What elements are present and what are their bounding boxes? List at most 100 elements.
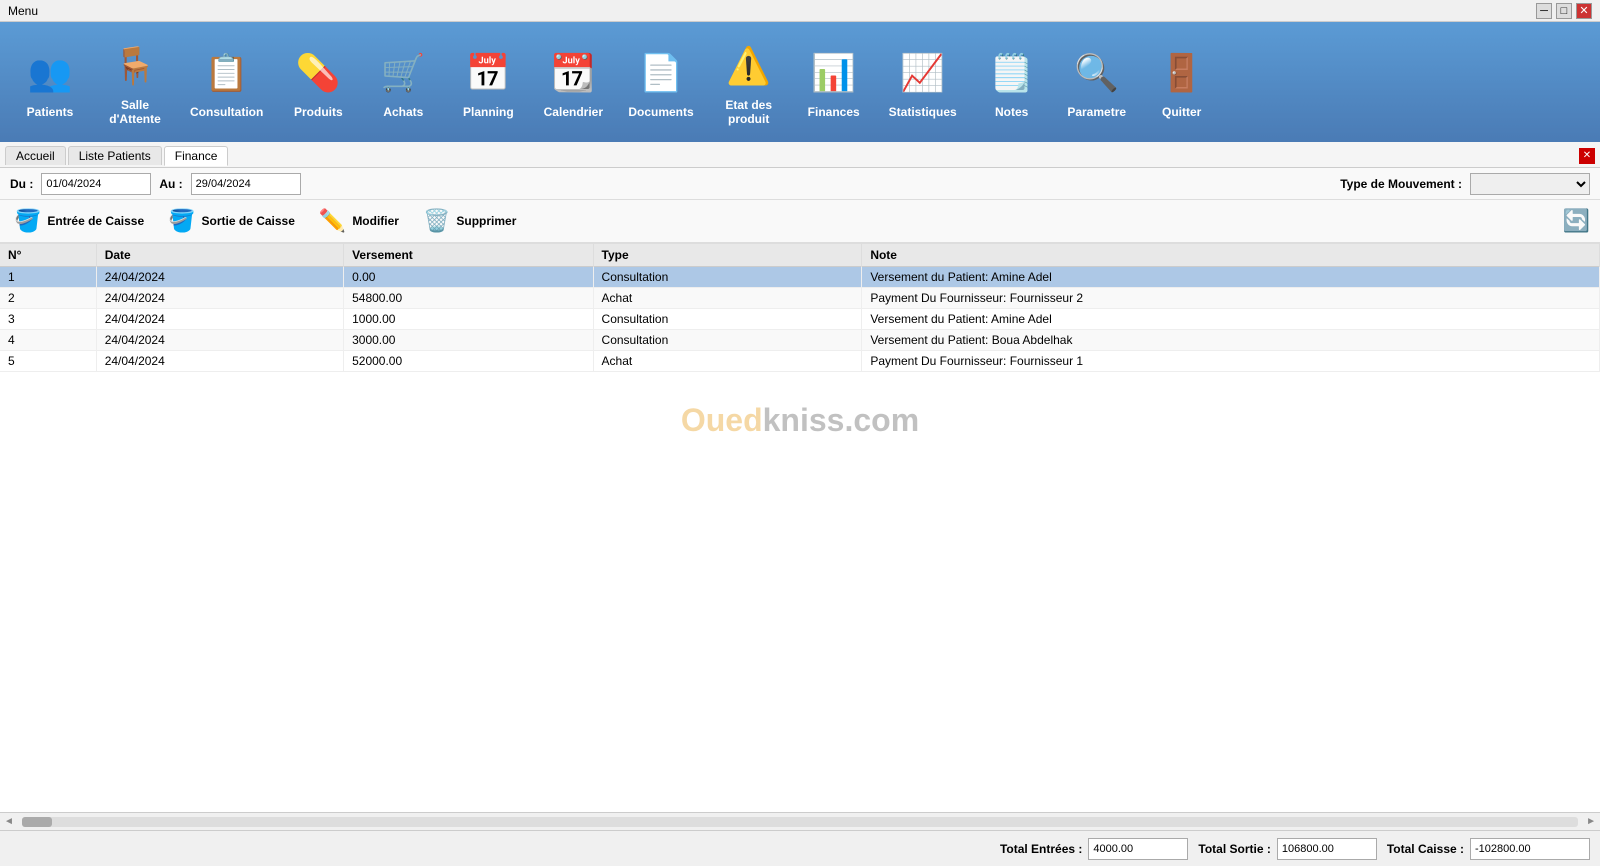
refresh-button[interactable]: 🔄 bbox=[1563, 208, 1590, 234]
titlebar-buttons: ─ □ ✕ bbox=[1536, 3, 1592, 19]
consultation-icon: 📋 bbox=[199, 45, 255, 101]
tab-close-button[interactable]: ✕ bbox=[1579, 148, 1595, 164]
table-header-row: N°DateVersementTypeNote bbox=[0, 244, 1600, 267]
planning-label: Planning bbox=[463, 105, 514, 119]
watermark-oued: Oued bbox=[681, 402, 763, 438]
toolbar-item-achats[interactable]: 🛒Achats bbox=[363, 40, 443, 124]
cell-row2-col1: 2 bbox=[0, 288, 96, 309]
cell-row1-col4: Consultation bbox=[593, 267, 862, 288]
calendrier-label: Calendrier bbox=[544, 105, 603, 119]
total-sortie-value bbox=[1277, 838, 1377, 860]
cell-row3-col1: 3 bbox=[0, 309, 96, 330]
toolbar-item-etat-produit[interactable]: ⚠️ Etat des produit bbox=[709, 33, 789, 132]
entree-caisse-button[interactable]: 🪣 Entrée de Caisse bbox=[10, 206, 148, 236]
finances-label: Finances bbox=[808, 105, 860, 119]
produits-icon: 💊 bbox=[290, 45, 346, 101]
etat-produit-icon: ⚠️ bbox=[721, 38, 777, 94]
toolbar-item-patients[interactable]: 👥Patients bbox=[10, 40, 90, 124]
toolbar-item-statistiques[interactable]: 📈Statistiques bbox=[879, 40, 967, 124]
etat-produit-label: Etat des produit bbox=[725, 98, 772, 127]
salle-attente-icon: 🪑 bbox=[107, 38, 163, 94]
type-mouvement-select[interactable] bbox=[1470, 173, 1590, 195]
quitter-icon: 🚪 bbox=[1154, 45, 1210, 101]
notes-label: Notes bbox=[995, 105, 1028, 119]
table-row[interactable]: 524/04/202452000.00AchatPayment Du Fourn… bbox=[0, 351, 1600, 372]
toolbar-item-documents[interactable]: 📄Documents bbox=[618, 40, 703, 124]
col-header-note: Note bbox=[862, 244, 1600, 267]
total-sortie-item: Total Sortie : bbox=[1198, 838, 1376, 860]
finances-icon: 📊 bbox=[806, 45, 862, 101]
cell-row5-col5: Payment Du Fournisseur: Fournisseur 1 bbox=[862, 351, 1600, 372]
toolbar-item-notes[interactable]: 🗒️Notes bbox=[972, 40, 1052, 124]
quitter-label: Quitter bbox=[1162, 105, 1201, 119]
supprimer-button[interactable]: 🗑️ Supprimer bbox=[419, 206, 520, 236]
col-header-type: Type bbox=[593, 244, 862, 267]
cell-row4-col2: 24/04/2024 bbox=[96, 330, 343, 351]
cell-row1-col3: 0.00 bbox=[344, 267, 593, 288]
toolbar-item-calendrier[interactable]: 📆 Calendrier bbox=[533, 40, 613, 124]
footer: Total Entrées : Total Sortie : Total Cai… bbox=[0, 830, 1600, 866]
toolbar-item-consultation[interactable]: 📋Consultation bbox=[180, 40, 273, 124]
toolbar-item-finances[interactable]: 📊 Finances bbox=[794, 40, 874, 124]
tab-accueil[interactable]: Accueil bbox=[5, 146, 66, 165]
documents-icon: 📄 bbox=[633, 45, 689, 101]
du-label: Du : bbox=[10, 177, 33, 191]
toolbar-item-salle-attente[interactable]: 🪑 Salle d'Attente bbox=[95, 33, 175, 132]
action-bar: 🪣 Entrée de Caisse 🪣 Sortie de Caisse ✏️… bbox=[0, 200, 1600, 244]
toolbar-item-parametre[interactable]: 🔍 Parametre bbox=[1057, 40, 1137, 124]
sortie-caisse-label: Sortie de Caisse bbox=[202, 214, 295, 228]
au-label: Au : bbox=[159, 177, 182, 191]
type-mouvement-label: Type de Mouvement : bbox=[1340, 177, 1462, 191]
cell-row3-col5: Versement du Patient: Amine Adel bbox=[862, 309, 1600, 330]
toolbar-item-quitter[interactable]: 🚪 Quitter bbox=[1142, 40, 1222, 124]
total-caisse-item: Total Caisse : bbox=[1387, 838, 1590, 860]
tab-liste-patients[interactable]: Liste Patients bbox=[68, 146, 162, 165]
toolbar: 👥Patients🪑Salle d'Attente📋Consultation💊P… bbox=[0, 22, 1600, 142]
parametre-icon: 🔍 bbox=[1069, 45, 1125, 101]
achats-icon: 🛒 bbox=[375, 45, 431, 101]
minimize-button[interactable]: ─ bbox=[1536, 3, 1552, 19]
total-entrees-value bbox=[1088, 838, 1188, 860]
toolbar-item-planning[interactable]: 📅 Planning bbox=[448, 40, 528, 124]
cell-row4-col1: 4 bbox=[0, 330, 96, 351]
salle-attente-label: Salle d'Attente bbox=[109, 98, 161, 127]
cell-row1-col5: Versement du Patient: Amine Adel bbox=[862, 267, 1600, 288]
au-input[interactable] bbox=[191, 173, 301, 195]
table-area: N°DateVersementTypeNote 124/04/20240.00C… bbox=[0, 244, 1600, 812]
total-caisse-value bbox=[1470, 838, 1590, 860]
horizontal-scrollbar[interactable]: ◄ ► bbox=[0, 812, 1600, 830]
table-row[interactable]: 124/04/20240.00ConsultationVersement du … bbox=[0, 267, 1600, 288]
toolbar-item-produits[interactable]: 💊Produits bbox=[278, 40, 358, 124]
supprimer-label: Supprimer bbox=[456, 214, 516, 228]
cell-row5-col3: 52000.00 bbox=[344, 351, 593, 372]
du-input[interactable] bbox=[41, 173, 151, 195]
planning-icon: 📅 bbox=[460, 45, 516, 101]
parametre-label: Parametre bbox=[1067, 105, 1126, 119]
table-row[interactable]: 324/04/20241000.00ConsultationVersement … bbox=[0, 309, 1600, 330]
cell-row1-col1: 1 bbox=[0, 267, 96, 288]
sortie-caisse-icon: 🪣 bbox=[168, 208, 195, 234]
cell-row2-col4: Achat bbox=[593, 288, 862, 309]
sortie-caisse-button[interactable]: 🪣 Sortie de Caisse bbox=[164, 206, 299, 236]
cell-row3-col2: 24/04/2024 bbox=[96, 309, 343, 330]
data-table: N°DateVersementTypeNote 124/04/20240.00C… bbox=[0, 244, 1600, 372]
restore-button[interactable]: □ bbox=[1556, 3, 1572, 19]
modifier-button[interactable]: ✏️ Modifier bbox=[315, 206, 403, 236]
calendrier-icon: 📆 bbox=[545, 45, 601, 101]
entree-caisse-label: Entrée de Caisse bbox=[47, 214, 144, 228]
cell-row3-col4: Consultation bbox=[593, 309, 862, 330]
cell-row2-col3: 54800.00 bbox=[344, 288, 593, 309]
col-header-date: Date bbox=[96, 244, 343, 267]
cell-row5-col2: 24/04/2024 bbox=[96, 351, 343, 372]
table-row[interactable]: 224/04/202454800.00AchatPayment Du Fourn… bbox=[0, 288, 1600, 309]
tab-finance[interactable]: Finance bbox=[164, 146, 229, 166]
total-sortie-label: Total Sortie : bbox=[1198, 842, 1270, 856]
watermark-kniss: kniss bbox=[763, 402, 845, 438]
watermark: Ouedkniss.com bbox=[0, 372, 1600, 469]
close-button[interactable]: ✕ bbox=[1576, 3, 1592, 19]
table-row[interactable]: 424/04/20243000.00ConsultationVersement … bbox=[0, 330, 1600, 351]
cell-row4-col5: Versement du Patient: Boua Abdelhak bbox=[862, 330, 1600, 351]
cell-row3-col3: 1000.00 bbox=[344, 309, 593, 330]
patients-label: Patients bbox=[27, 105, 74, 119]
col-header-versement: Versement bbox=[344, 244, 593, 267]
